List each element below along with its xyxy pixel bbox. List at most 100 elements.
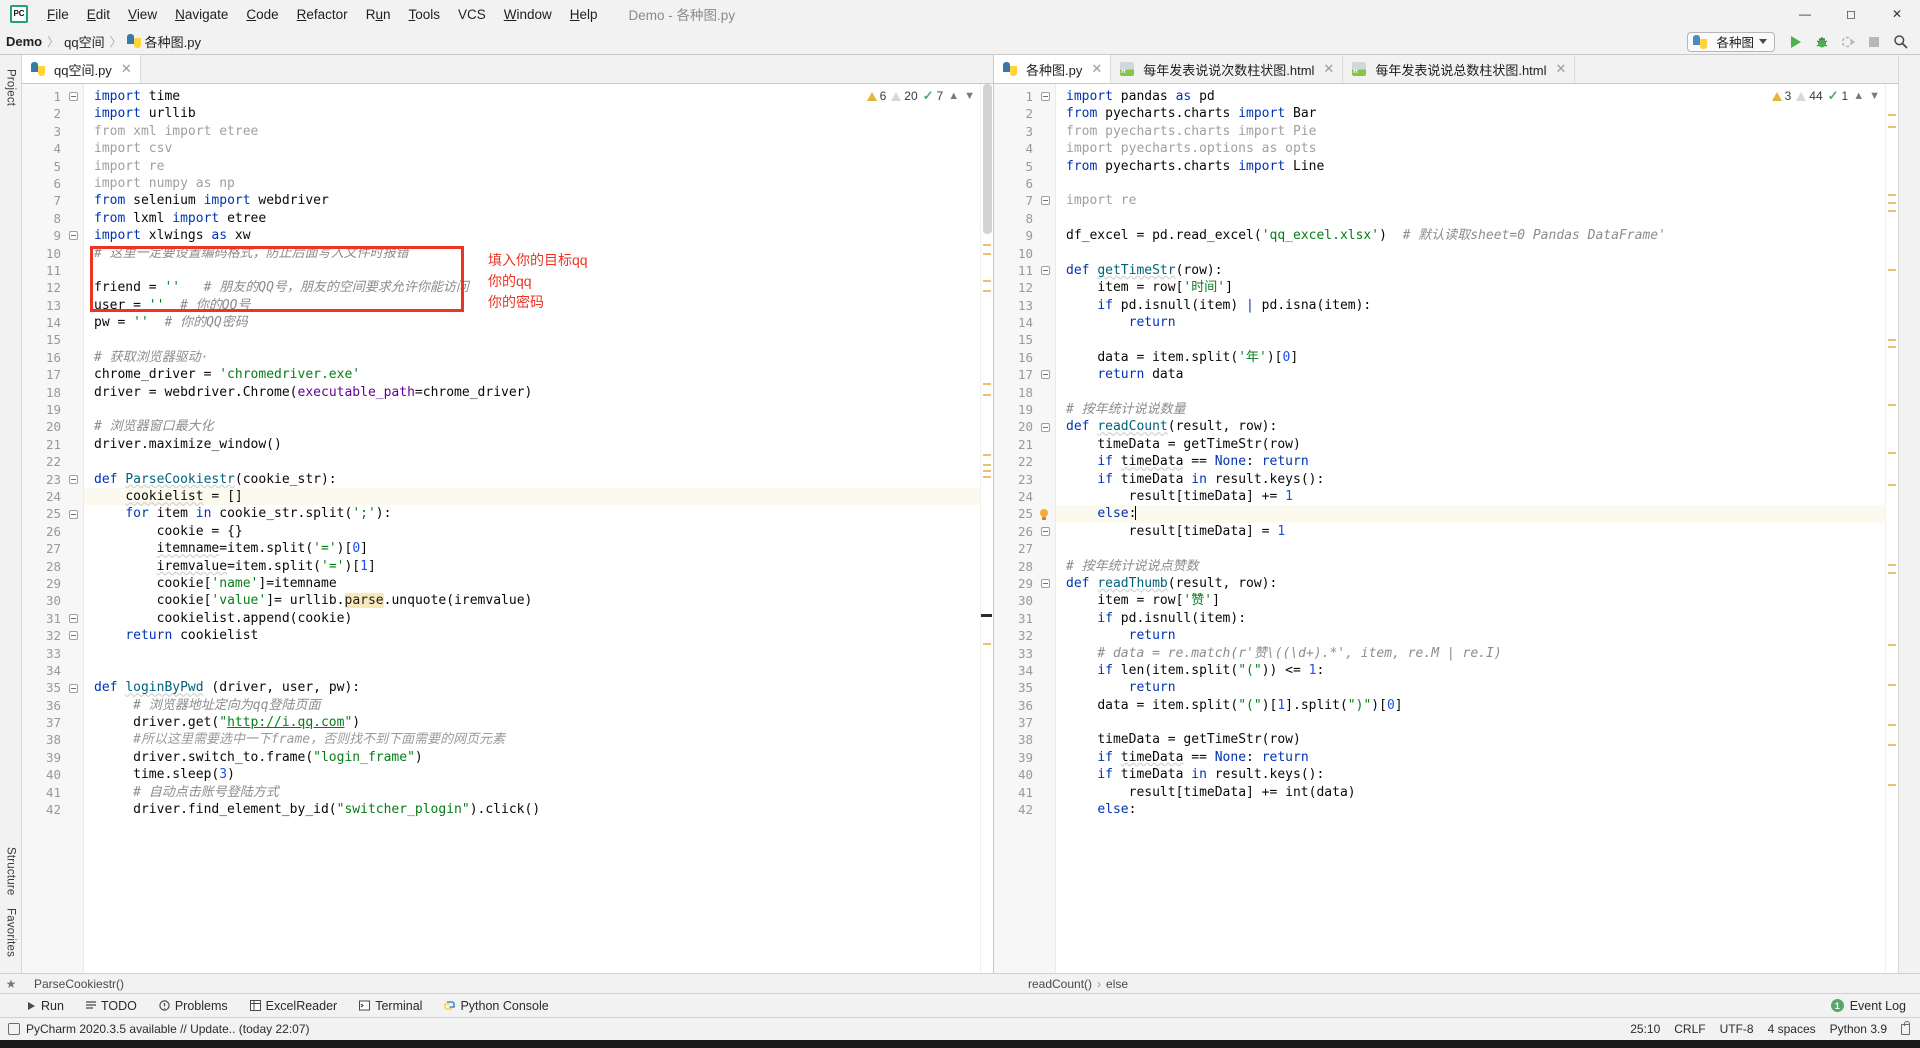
- file-encoding[interactable]: UTF-8: [1720, 1022, 1754, 1036]
- run-button[interactable]: [1784, 31, 1808, 53]
- code-editor-right[interactable]: import pandas as pdfrom pyecharts.charts…: [1056, 84, 1898, 973]
- breadcrumb-item-0[interactable]: Demo: [6, 34, 42, 49]
- code-line[interactable]: # data = re.match(r'赞\((\d+).*', item, r…: [1066, 645, 1898, 662]
- code-line[interactable]: [1066, 175, 1898, 192]
- code-line[interactable]: else:: [1056, 505, 1898, 522]
- inspection-widget-left[interactable]: 6 20 ✓ 7 ▲ ▼: [861, 88, 975, 104]
- code-line[interactable]: data = item.split("(")[1].split(")")[0]: [1066, 697, 1898, 714]
- menu-item-vcs[interactable]: VCS: [449, 4, 495, 25]
- sidebar-item-project[interactable]: Project: [5, 63, 17, 112]
- code-line[interactable]: driver = webdriver.Chrome(executable_pat…: [94, 384, 993, 401]
- code-line[interactable]: if pd.isnull(item):: [1066, 610, 1898, 627]
- code-line[interactable]: def readThumb(result, row):: [1066, 575, 1898, 592]
- weak-warning-count-right[interactable]: 44: [1796, 89, 1822, 103]
- code-line[interactable]: return cookielist: [94, 627, 993, 644]
- code-line[interactable]: from pyecharts.charts import Pie: [1066, 123, 1898, 140]
- code-fold-toggle[interactable]: [1041, 423, 1050, 432]
- lock-icon[interactable]: [1901, 1024, 1910, 1035]
- menu-item-code[interactable]: Code: [237, 4, 287, 25]
- breadcrumb-item-1[interactable]: qq空间: [64, 32, 104, 51]
- code-line[interactable]: from xml import etree: [94, 123, 993, 140]
- menu-item-window[interactable]: Window: [495, 4, 561, 25]
- warning-count-left[interactable]: 6: [867, 89, 887, 103]
- code-fold-toggle[interactable]: [69, 231, 78, 240]
- run-with-coverage-button[interactable]: [1836, 31, 1860, 53]
- code-line[interactable]: from pyecharts.charts import Line: [1066, 158, 1898, 175]
- weak-warning-count-left[interactable]: 20: [891, 89, 917, 103]
- code-line[interactable]: if timeData == None: return: [1066, 749, 1898, 766]
- menu-item-tools[interactable]: Tools: [399, 4, 449, 25]
- code-line[interactable]: def getTimeStr(row):: [1066, 262, 1898, 279]
- code-line[interactable]: #所以这里需要选中一下frame，否则找不到下面需要的网页元素: [94, 731, 993, 748]
- menu-item-view[interactable]: View: [119, 4, 166, 25]
- code-line[interactable]: from selenium import webdriver: [94, 192, 993, 209]
- maximize-button[interactable]: ◻: [1828, 0, 1874, 28]
- close-icon[interactable]: ✕: [121, 61, 132, 77]
- code-line[interactable]: result[timeData] = 1: [1066, 523, 1898, 540]
- code-fold-toggle[interactable]: [1041, 527, 1050, 536]
- search-everywhere-icon[interactable]: [1888, 31, 1912, 53]
- menu-item-navigate[interactable]: Navigate: [166, 4, 237, 25]
- code-line[interactable]: [1066, 540, 1898, 557]
- code-line[interactable]: result[timeData] += 1: [1066, 488, 1898, 505]
- code-editor-left[interactable]: import timeimport urllibfrom xml import …: [84, 84, 993, 973]
- code-fold-toggle[interactable]: [69, 684, 78, 693]
- code-line[interactable]: driver.find_element_by_id("switcher_plog…: [94, 801, 993, 818]
- run-configuration-selector[interactable]: 各种图: [1687, 32, 1775, 52]
- sidebar-item-structure[interactable]: Structure: [5, 841, 17, 901]
- error-stripe-left[interactable]: [980, 84, 993, 973]
- code-line[interactable]: result[timeData] += int(data): [1066, 784, 1898, 801]
- code-fold-toggle[interactable]: [1041, 370, 1050, 379]
- tool-window-todo[interactable]: TODO: [75, 999, 148, 1013]
- code-line[interactable]: cookie = {}: [94, 523, 993, 540]
- code-line[interactable]: data = item.split('年')[0]: [1066, 349, 1898, 366]
- code-line[interactable]: return data: [1066, 366, 1898, 383]
- code-line[interactable]: timeData = getTimeStr(row): [1066, 731, 1898, 748]
- code-line[interactable]: pw = '' # 你的QQ密码: [94, 314, 993, 331]
- code-line[interactable]: df_excel = pd.read_excel('qq_excel.xlsx'…: [1066, 227, 1898, 244]
- code-line[interactable]: # 浏览器地址定向为qq登陆页面: [94, 697, 993, 714]
- code-line[interactable]: if timeData == None: return: [1066, 453, 1898, 470]
- code-line[interactable]: time.sleep(3): [94, 766, 993, 783]
- code-line[interactable]: [94, 331, 993, 348]
- code-fold-toggle[interactable]: [69, 92, 78, 101]
- code-fold-toggle[interactable]: [69, 510, 78, 519]
- code-line[interactable]: import pyecharts.options as opts: [1066, 140, 1898, 157]
- line-number-gutter-right[interactable]: 1234567891011121314151617181920212223242…: [994, 84, 1056, 973]
- code-line[interactable]: def ParseCookiestr(cookie_str):: [94, 471, 993, 488]
- close-icon[interactable]: ✕: [1556, 61, 1567, 77]
- tool-window-run[interactable]: Run: [16, 999, 75, 1013]
- menu-item-file[interactable]: File: [38, 4, 78, 25]
- indent-setting[interactable]: 4 spaces: [1768, 1022, 1816, 1036]
- code-fold-toggle[interactable]: [1041, 92, 1050, 101]
- code-line[interactable]: def readCount(result, row):: [1066, 418, 1898, 435]
- code-line[interactable]: import csv: [94, 140, 993, 157]
- code-line[interactable]: timeData = getTimeStr(row): [1066, 436, 1898, 453]
- code-line[interactable]: # 浏览器窗口最大化: [94, 418, 993, 435]
- tool-window-problems[interactable]: Problems: [148, 999, 239, 1013]
- error-stripe-right[interactable]: [1885, 84, 1898, 973]
- stop-button[interactable]: [1862, 31, 1886, 53]
- code-line[interactable]: [1066, 331, 1898, 348]
- prev-problem-icon[interactable]: ▲: [1853, 90, 1864, 102]
- code-line[interactable]: chrome_driver = 'chromedriver.exe': [94, 366, 993, 383]
- ok-count-right[interactable]: ✓ 1: [1828, 88, 1849, 104]
- code-fold-toggle[interactable]: [1041, 196, 1050, 205]
- menu-item-run[interactable]: Run: [357, 4, 400, 25]
- caret-position[interactable]: 25:10: [1630, 1022, 1660, 1036]
- code-line[interactable]: [94, 662, 993, 679]
- code-line[interactable]: import numpy as np: [94, 175, 993, 192]
- code-line[interactable]: import urllib: [94, 105, 993, 122]
- code-line[interactable]: return: [1066, 679, 1898, 696]
- editor-tab-left-0[interactable]: qq空间.py✕: [22, 55, 141, 83]
- line-number-gutter-left[interactable]: 1234567891011121314151617181920212223242…: [22, 84, 84, 973]
- menu-item-refactor[interactable]: Refactor: [288, 4, 357, 25]
- code-line[interactable]: [1066, 245, 1898, 262]
- python-interpreter[interactable]: Python 3.9: [1830, 1022, 1887, 1036]
- menu-item-help[interactable]: Help: [561, 4, 607, 25]
- code-fold-toggle[interactable]: [69, 475, 78, 484]
- close-icon[interactable]: ✕: [1323, 61, 1334, 77]
- code-line[interactable]: [1066, 210, 1898, 227]
- tool-window-python-console[interactable]: Python Console: [433, 999, 559, 1013]
- code-fold-toggle[interactable]: [1041, 266, 1050, 275]
